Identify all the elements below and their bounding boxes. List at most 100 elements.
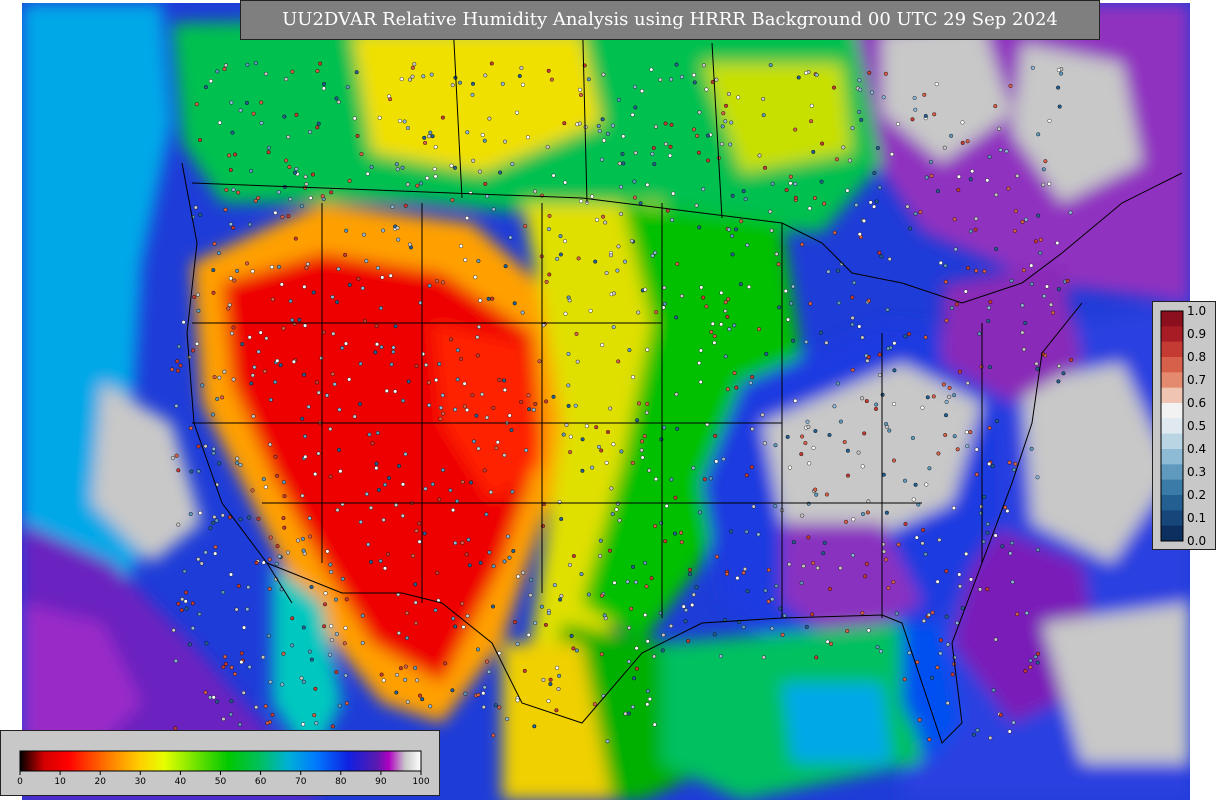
observation-dot xyxy=(850,322,855,327)
observation-dot xyxy=(1011,720,1016,725)
observation-dot xyxy=(373,350,378,355)
observation-dot xyxy=(300,204,305,209)
observation-dot xyxy=(993,637,998,642)
observation-dot xyxy=(316,390,321,395)
observation-dot xyxy=(838,419,843,424)
observation-dot xyxy=(645,347,650,352)
observation-dot xyxy=(485,415,490,420)
observation-dot xyxy=(726,227,731,232)
observation-dot xyxy=(498,170,503,175)
observation-dot xyxy=(297,317,302,322)
observation-dot xyxy=(332,382,337,387)
observation-dot xyxy=(915,660,920,665)
observation-dot xyxy=(673,495,678,500)
observation-dot xyxy=(691,73,696,78)
observation-dot xyxy=(1036,132,1041,137)
observation-dot xyxy=(525,135,530,140)
observation-dot xyxy=(251,414,256,419)
observation-dot xyxy=(713,433,718,438)
observation-dot xyxy=(877,352,882,357)
observation-dot xyxy=(551,173,556,178)
observation-dot xyxy=(491,405,496,410)
observation-dot xyxy=(654,477,659,482)
observation-dot xyxy=(256,349,261,354)
observation-dot xyxy=(799,581,804,586)
observation-dot xyxy=(369,505,374,510)
observation-dot xyxy=(1021,268,1026,273)
observation-dot xyxy=(945,701,950,706)
observation-dot xyxy=(296,538,301,543)
observation-dot xyxy=(845,448,850,453)
observation-dot xyxy=(399,77,404,82)
observation-dot xyxy=(698,348,703,353)
observation-dot xyxy=(966,266,971,271)
observation-dot xyxy=(234,607,239,612)
observation-dot xyxy=(334,597,339,602)
observation-dot xyxy=(861,512,866,517)
observation-dot xyxy=(579,199,584,204)
observation-dot xyxy=(412,62,417,67)
observation-dot xyxy=(419,181,424,186)
observation-dot xyxy=(380,275,385,280)
observation-dot xyxy=(281,480,286,485)
observation-dot xyxy=(723,309,728,314)
observation-dot xyxy=(643,287,648,292)
observation-dot xyxy=(617,161,622,166)
observation-dot xyxy=(231,377,236,382)
observation-dot xyxy=(721,457,726,462)
observation-dot xyxy=(990,464,995,469)
observation-dot xyxy=(334,670,339,675)
observation-dot xyxy=(768,63,773,68)
observation-dot xyxy=(620,151,625,156)
observation-dot xyxy=(788,181,793,186)
observation-dot xyxy=(563,239,568,244)
observation-dot xyxy=(601,72,606,77)
observation-dot xyxy=(519,400,524,405)
observation-dot xyxy=(460,601,465,606)
ratio-colorbar: 1.0 0.9 0.8 0.7 0.6 0.5 0.4 0.3 0.2 0.1 0.0 xyxy=(1160,304,1206,548)
observation-dot xyxy=(307,649,312,654)
observation-dot xyxy=(574,648,579,653)
observation-dot xyxy=(595,217,600,222)
observation-dot xyxy=(1000,544,1005,549)
observation-dot xyxy=(269,265,274,270)
observation-dot xyxy=(286,214,291,219)
observation-dot xyxy=(246,515,251,520)
observation-dot xyxy=(400,513,405,518)
observation-dot xyxy=(973,227,978,232)
observation-dot xyxy=(415,678,420,683)
observation-dot xyxy=(299,676,304,681)
observation-dot xyxy=(857,324,862,329)
observation-dot xyxy=(736,95,741,100)
observation-dot xyxy=(965,139,970,144)
map-area xyxy=(22,3,1190,800)
observation-dot xyxy=(481,705,486,710)
observation-dot xyxy=(935,579,940,584)
observation-dot xyxy=(968,430,973,435)
observation-dot xyxy=(627,625,632,630)
observation-dot xyxy=(985,178,990,183)
observation-dot xyxy=(233,152,238,157)
observation-dot xyxy=(923,552,928,557)
observation-dot xyxy=(290,643,295,648)
observation-dot xyxy=(986,319,991,324)
observation-dot xyxy=(389,362,394,367)
observation-dot xyxy=(294,112,299,117)
observation-dot xyxy=(345,85,350,90)
observation-dot xyxy=(247,222,252,227)
observation-dot xyxy=(818,330,823,335)
observation-dot xyxy=(455,348,460,353)
observation-dot xyxy=(216,251,221,256)
observation-dot xyxy=(960,120,965,125)
observation-dot xyxy=(744,473,749,478)
ratio-tick-label: 0.3 xyxy=(1187,465,1206,479)
observation-dot xyxy=(245,607,250,612)
observation-dot xyxy=(807,206,812,211)
observation-dot xyxy=(388,97,393,102)
observation-dot xyxy=(625,579,630,584)
observation-dot xyxy=(453,165,458,170)
observation-dot xyxy=(541,677,546,682)
observation-dot xyxy=(734,227,739,232)
observation-dot xyxy=(529,577,534,582)
observation-dot xyxy=(638,201,643,206)
